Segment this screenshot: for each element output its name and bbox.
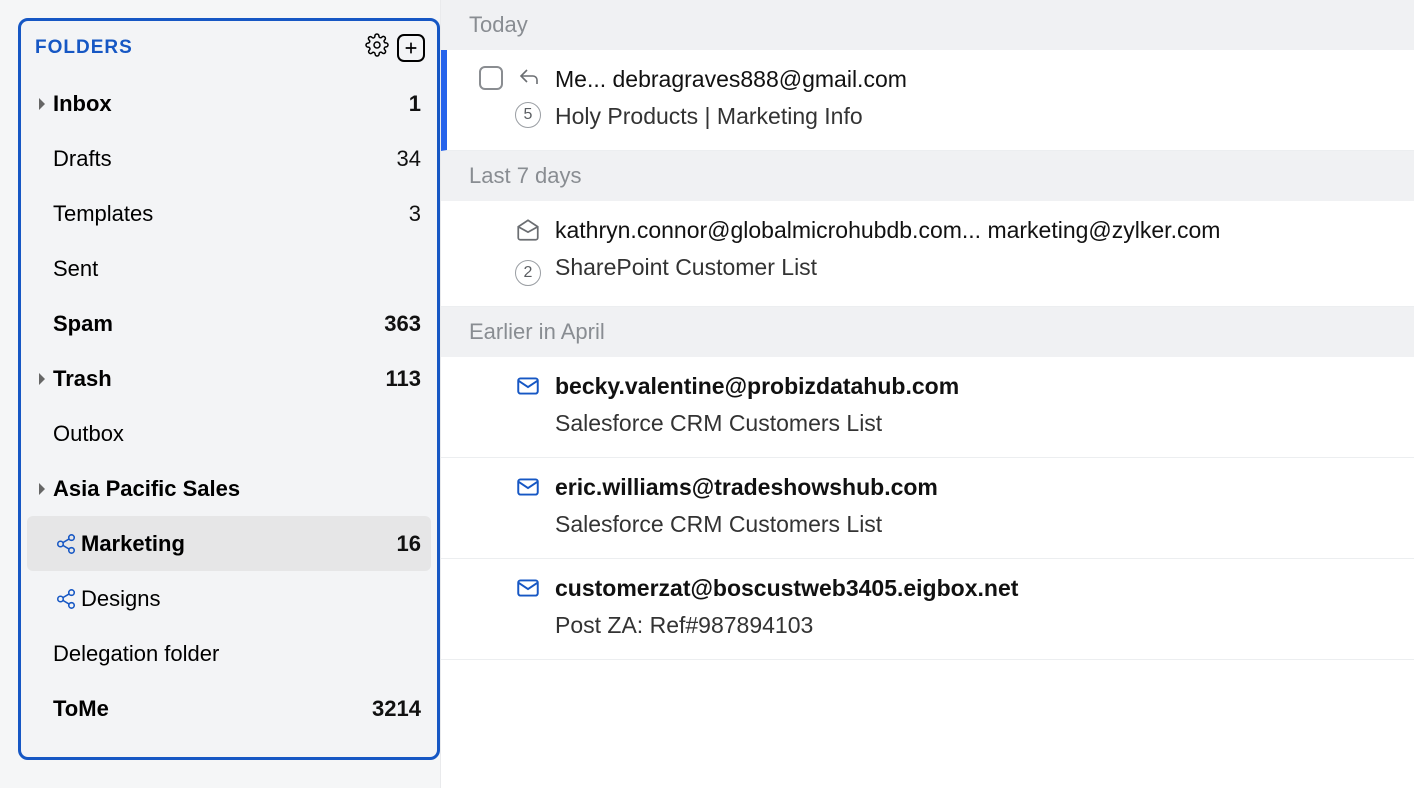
message-subject: SharePoint Customer List bbox=[555, 254, 1390, 281]
folder-label: Outbox bbox=[53, 421, 421, 447]
message-row-leading bbox=[465, 575, 555, 639]
message-row-main: eric.williams@tradeshowshub.com Salesforc… bbox=[555, 474, 1390, 538]
folder-label: Marketing bbox=[81, 531, 397, 557]
envelope-open-icon bbox=[515, 217, 541, 248]
message-row[interactable]: 5 Me... debragraves888@gmail.com Holy Prod… bbox=[441, 50, 1414, 151]
message-row[interactable]: becky.valentine@probizdatahub.com Salesfo… bbox=[441, 357, 1414, 458]
message-from: customerzat@boscustweb3405.eigbox.net bbox=[555, 575, 1390, 602]
folder-label: Delegation folder bbox=[53, 641, 421, 667]
thread-count-badge: 5 bbox=[515, 102, 541, 128]
folders-title: FOLDERS bbox=[35, 37, 133, 59]
message-row[interactable]: customerzat@boscustweb3405.eigbox.net Pos… bbox=[441, 559, 1414, 660]
folder-label: Sent bbox=[53, 256, 421, 282]
folder-spam[interactable]: Spam363 bbox=[21, 296, 437, 351]
folder-label: ToMe bbox=[53, 696, 372, 722]
message-subject: Holy Products | Marketing Info bbox=[555, 103, 1390, 130]
message-subject: Salesforce CRM Customers List bbox=[555, 511, 1390, 538]
message-subject: Post ZA: Ref#987894103 bbox=[555, 612, 1390, 639]
envelope-icon bbox=[515, 474, 541, 505]
folder-list: Inbox1Drafts34Templates3SentSpam363Trash… bbox=[21, 72, 437, 736]
sidebar-wrap: FOLDERS Inbox1Drafts34Templates3SentSpam… bbox=[0, 0, 440, 788]
share-icon bbox=[51, 588, 81, 610]
message-row-main: kathryn.connor@globalmicrohubdb.com... m… bbox=[555, 217, 1390, 286]
share-icon bbox=[51, 533, 81, 555]
message-row-leading bbox=[465, 474, 555, 538]
folder-count: 363 bbox=[384, 311, 421, 337]
folder-label: Asia Pacific Sales bbox=[53, 476, 421, 502]
chevron-right-icon bbox=[31, 482, 53, 496]
folder-count: 16 bbox=[397, 531, 421, 557]
folder-count: 34 bbox=[397, 146, 421, 172]
folder-count: 113 bbox=[386, 366, 422, 392]
folder-sent[interactable]: Sent bbox=[21, 241, 437, 296]
message-row[interactable]: 2 kathryn.connor@globalmicrohubdb.com... … bbox=[441, 201, 1414, 307]
message-from: eric.williams@tradeshowshub.com bbox=[555, 474, 1390, 501]
folders-header-actions bbox=[365, 33, 425, 62]
folder-label: Trash bbox=[53, 366, 386, 392]
gear-icon[interactable] bbox=[365, 33, 389, 62]
app-root: FOLDERS Inbox1Drafts34Templates3SentSpam… bbox=[0, 0, 1414, 788]
envelope-icon bbox=[515, 575, 541, 606]
add-folder-button[interactable] bbox=[397, 34, 425, 62]
folder-label: Drafts bbox=[53, 146, 397, 172]
chevron-right-icon bbox=[31, 97, 53, 111]
select-checkbox[interactable] bbox=[479, 66, 503, 90]
message-row-main: becky.valentine@probizdatahub.com Salesfo… bbox=[555, 373, 1390, 437]
folder-outbox[interactable]: Outbox bbox=[21, 406, 437, 461]
message-from: becky.valentine@probizdatahub.com bbox=[555, 373, 1390, 400]
folder-inbox[interactable]: Inbox1 bbox=[21, 76, 437, 131]
folder-trash[interactable]: Trash113 bbox=[21, 351, 437, 406]
folder-asia-pacific-sales[interactable]: Asia Pacific Sales bbox=[21, 461, 437, 516]
message-from: kathryn.connor@globalmicrohubdb.com... m… bbox=[555, 217, 1390, 244]
message-from: Me... debragraves888@gmail.com bbox=[555, 66, 1390, 93]
section-header: Earlier in April bbox=[441, 307, 1414, 357]
message-row-main: Me... debragraves888@gmail.com Holy Produ… bbox=[555, 66, 1390, 130]
folder-marketing[interactable]: Marketing16 bbox=[27, 516, 431, 571]
reply-icon bbox=[517, 66, 541, 90]
folder-count: 3 bbox=[409, 201, 421, 227]
folders-panel: FOLDERS Inbox1Drafts34Templates3SentSpam… bbox=[18, 18, 440, 760]
folder-tome[interactable]: ToMe3214 bbox=[21, 681, 437, 736]
folder-drafts[interactable]: Drafts34 bbox=[21, 131, 437, 186]
message-row-leading: 2 bbox=[465, 217, 555, 286]
message-row-main: customerzat@boscustweb3405.eigbox.net Pos… bbox=[555, 575, 1390, 639]
folder-designs[interactable]: Designs bbox=[21, 571, 437, 626]
folder-label: Spam bbox=[53, 311, 384, 337]
folder-label: Inbox bbox=[53, 91, 409, 117]
envelope-icon bbox=[515, 373, 541, 404]
folder-label: Templates bbox=[53, 201, 409, 227]
folder-label: Designs bbox=[81, 586, 421, 612]
folder-count: 1 bbox=[409, 91, 421, 117]
chevron-right-icon bbox=[31, 372, 53, 386]
section-header: Last 7 days bbox=[441, 151, 1414, 201]
message-row-leading bbox=[465, 373, 555, 437]
thread-count-badge: 2 bbox=[515, 260, 541, 286]
folder-count: 3214 bbox=[372, 696, 421, 722]
folder-templates[interactable]: Templates3 bbox=[21, 186, 437, 241]
message-list: Today 5 Me... debragraves888@gmail.com Holy… bbox=[440, 0, 1414, 788]
folder-delegation-folder[interactable]: Delegation folder bbox=[21, 626, 437, 681]
section-header: Today bbox=[441, 0, 1414, 50]
message-row[interactable]: eric.williams@tradeshowshub.com Salesforc… bbox=[441, 458, 1414, 559]
folders-header: FOLDERS bbox=[21, 21, 437, 72]
message-subject: Salesforce CRM Customers List bbox=[555, 410, 1390, 437]
message-row-leading: 5 bbox=[465, 66, 555, 130]
